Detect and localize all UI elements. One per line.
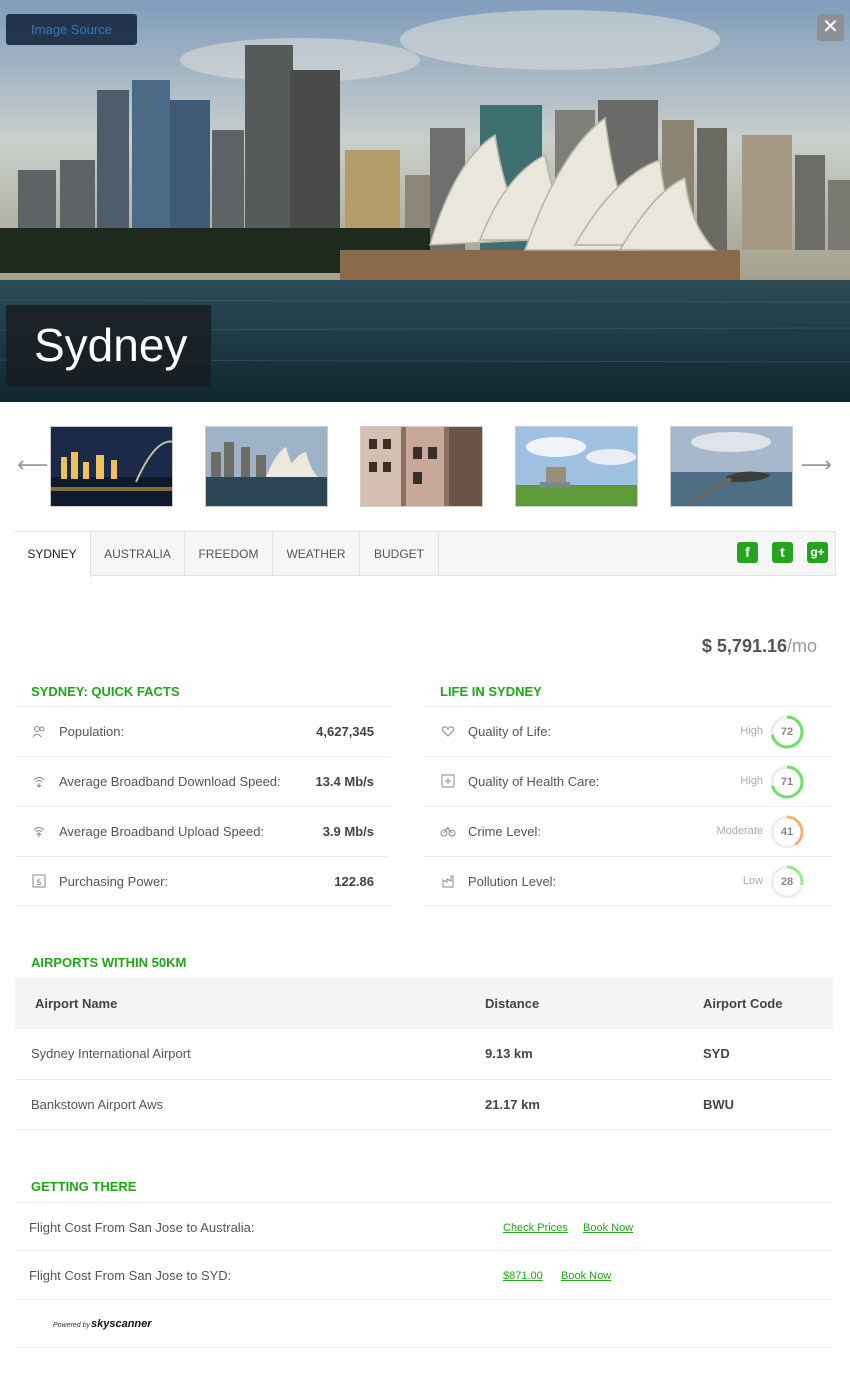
airports-title: AIRPORTS WITHIN 50KM — [31, 955, 187, 970]
list-item: Average Broadband Download Speed: 13.4 M… — [15, 756, 390, 806]
list-item: Flight Cost From San Jose to SYD: $871.0… — [15, 1250, 833, 1298]
list-item: Population: 4,627,345 — [15, 706, 390, 756]
fact-label: Crime Level: — [468, 824, 541, 839]
column-header: Airport Name — [15, 978, 485, 1029]
fact-value: 122.86 — [334, 874, 374, 889]
airport-code: SYD — [703, 1029, 833, 1080]
skyscanner-logo[interactable]: skyscanner — [91, 1318, 152, 1330]
score-value: 41 — [780, 826, 794, 838]
tab-australia[interactable]: AUSTRALIA — [91, 532, 185, 576]
fact-value: 3.9 Mb/s — [322, 824, 374, 839]
level-label: Moderate — [716, 825, 763, 837]
fact-value: 4,627,345 — [316, 724, 374, 739]
thumbnail-carousel: ⟵ ⟶ — [0, 402, 850, 530]
list-item: Quality of Health Care: High 71 — [424, 756, 833, 806]
health-icon — [440, 774, 456, 790]
book-now-link[interactable]: Book Now — [583, 1222, 633, 1234]
facebook-icon[interactable]: f — [737, 542, 758, 563]
arrow-right-icon[interactable]: ⟶ — [800, 452, 832, 478]
monthly-cost-suffix: /mo — [786, 636, 817, 656]
monthly-cost: $ 5,791.16/mo — [702, 636, 817, 657]
wifi-upload-icon — [31, 824, 47, 840]
airport-code: BWU — [703, 1079, 833, 1130]
tab-bar: SYDNEY AUSTRALIA FREEDOM WEATHER BUDGET … — [14, 531, 836, 578]
column-header: Distance — [485, 978, 703, 1029]
table-row: Bankstown Airport Aws 21.17 km BWU — [15, 1079, 833, 1130]
score-value: 28 — [780, 876, 794, 888]
thumbnail-1[interactable] — [50, 426, 173, 507]
thumbnail-5[interactable] — [670, 426, 793, 507]
column-header: Airport Code — [703, 978, 833, 1029]
thumbnail-2[interactable] — [205, 426, 328, 507]
opera-house-thumbnail — [206, 427, 327, 506]
tab-sydney[interactable]: SYDNEY — [14, 532, 91, 578]
fact-label: Purchasing Power: — [59, 874, 169, 889]
close-icon[interactable]: ✕ — [817, 14, 844, 41]
thumbnail-3[interactable] — [360, 426, 483, 507]
tab-freedom[interactable]: FREEDOM — [185, 532, 273, 576]
fort-on-grass-thumbnail — [516, 427, 637, 506]
score-value: 71 — [780, 776, 794, 788]
check-prices-link[interactable]: Check Prices — [503, 1222, 568, 1234]
heart-icon — [440, 724, 456, 740]
fact-label: Quality of Health Care: — [468, 774, 600, 789]
list-item: Crime Level: Moderate 41 — [424, 806, 833, 856]
google-plus-icon[interactable]: g+ — [807, 542, 828, 563]
fact-label: Average Broadband Download Speed: — [59, 774, 281, 789]
powered-by-footer: Powered by skyscanner — [15, 1299, 833, 1348]
fact-label: Quality of Life: — [468, 724, 552, 739]
image-source-button[interactable]: Image Source — [6, 14, 137, 45]
population-icon — [31, 724, 47, 740]
monthly-cost-amount: $ 5,791.16 — [701, 636, 787, 656]
street-buildings-thumbnail — [361, 427, 482, 506]
night-skyline-thumbnail — [51, 427, 172, 506]
list-item: Average Broadband Upload Speed: 3.9 Mb/s — [15, 806, 390, 856]
thumbnail-4[interactable] — [515, 426, 638, 507]
getting-there-list: Flight Cost From San Jose to Australia: … — [15, 1202, 833, 1298]
list-item: Pollution Level: Low 28 — [424, 856, 833, 906]
powered-by-label: Powered by — [53, 1322, 90, 1329]
list-item: Quality of Life: High 72 — [424, 706, 833, 756]
coastal-island-thumbnail — [671, 427, 792, 506]
fact-label: Pollution Level: — [468, 874, 557, 889]
fact-value: 13.4 Mb/s — [315, 774, 374, 789]
flight-cost-label: Flight Cost From San Jose to SYD: — [29, 1268, 232, 1283]
flight-cost-label: Flight Cost From San Jose to Australia: — [29, 1220, 255, 1235]
level-label: High — [740, 725, 763, 737]
quick-facts-title: SYDNEY: QUICK FACTS — [31, 684, 180, 699]
life-title: LIFE IN SYDNEY — [440, 684, 542, 699]
airports-table: Airport Name Distance Airport Code Sydne… — [15, 978, 833, 1130]
factory-icon — [440, 874, 456, 890]
quick-facts-list: Population: 4,627,345 Average Broadband … — [15, 706, 390, 906]
airport-distance: 9.13 km — [485, 1029, 703, 1080]
fact-label: Population: — [59, 724, 125, 739]
arrow-left-icon[interactable]: ⟵ — [17, 452, 49, 478]
level-label: Low — [742, 875, 763, 887]
city-title-badge: Sydney — [6, 305, 211, 386]
list-item: $ Purchasing Power: 122.86 — [15, 856, 390, 906]
wifi-download-icon — [31, 774, 47, 790]
page-title: Sydney — [34, 319, 188, 371]
svg-text:$: $ — [36, 878, 42, 888]
bike-icon — [440, 824, 456, 840]
fact-label: Average Broadband Upload Speed: — [59, 824, 265, 839]
table-row: Sydney International Airport 9.13 km SYD — [15, 1029, 833, 1080]
tab-budget[interactable]: BUDGET — [360, 532, 439, 576]
list-item: Flight Cost From San Jose to Australia: … — [15, 1202, 833, 1250]
airport-name: Bankstown Airport Aws — [15, 1079, 485, 1130]
book-now-link[interactable]: Book Now — [561, 1270, 611, 1282]
level-label: High — [740, 775, 763, 787]
score-value: 72 — [780, 726, 794, 738]
twitter-icon[interactable]: t — [772, 542, 793, 563]
airport-name: Sydney International Airport — [15, 1029, 485, 1080]
hero-image: Image Source ✕ Sydney — [0, 0, 850, 402]
flight-price-link[interactable]: $871.00 — [503, 1270, 543, 1282]
getting-there-title: GETTING THERE — [31, 1179, 137, 1194]
airport-distance: 21.17 km — [485, 1079, 703, 1130]
tab-weather[interactable]: WEATHER — [273, 532, 360, 576]
life-list: Quality of Life: High 72 Quality of Heal… — [424, 706, 833, 906]
dollar-icon: $ — [31, 874, 47, 890]
